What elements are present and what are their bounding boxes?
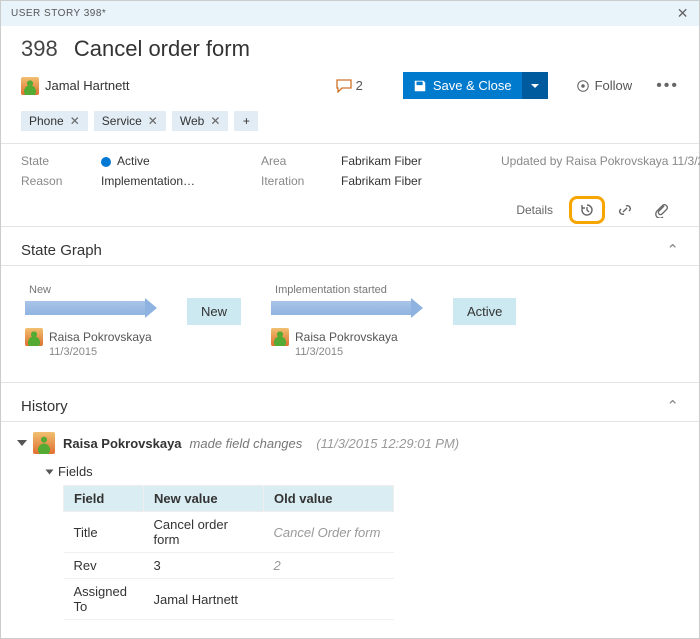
follow-icon [576,79,590,93]
tags-row: Phone✕ Service✕ Web✕ + [1,109,699,143]
tab-attachments[interactable] [643,196,679,224]
state-label: State [21,154,91,168]
transition-date: 11/3/2015 [49,346,97,358]
avatar-icon [271,328,289,346]
tag-phone[interactable]: Phone✕ [21,111,88,131]
col-old: Old value [264,486,394,512]
remove-tag-icon[interactable]: ✕ [210,114,220,128]
tab-links[interactable] [607,196,643,224]
arrow-icon [25,298,157,318]
avatar-icon [25,328,43,346]
history-user: Raisa Pokrovskaya [63,436,182,451]
chevron-down-icon [530,81,540,91]
history-icon [579,202,595,218]
state-dot-icon [101,157,111,167]
iteration-label: Iteration [261,174,331,188]
history-action: made field changes [190,436,303,451]
collapse-icon[interactable]: ⌃ [666,397,679,415]
collapse-icon[interactable]: ⌃ [666,241,679,259]
close-icon[interactable]: ✕ [677,5,689,22]
col-field: Field [64,486,144,512]
tabs-row: Details [1,194,699,227]
comment-icon [336,79,352,93]
save-button-group: Save & Close [403,72,548,99]
table-row: Rev 3 2 [64,553,394,579]
tab-history[interactable] [569,196,605,224]
updated-by-text: Updated by Raisa Pokrovskaya 11/3/2015 [501,154,700,168]
window-header: USER STORY 398* ✕ [1,1,699,26]
state-graph-body: New Raisa Pokrovskaya 11/3/2015 New Impl… [1,266,699,382]
breadcrumb: USER STORY 398* [11,8,106,19]
arrow-icon [271,298,423,318]
table-row: Assigned To Jamal Hartnett [64,579,394,620]
meta-row: Jamal Hartnett 2 Save & Close Follow ••• [1,68,699,109]
area-label: Area [261,154,331,168]
history-fields-table: Field New value Old value Title Cancel o… [63,485,394,620]
transition-user: Raisa Pokrovskaya [271,328,398,346]
transition-label: Implementation started [275,284,387,296]
col-new: New value [144,486,264,512]
tag-service[interactable]: Service✕ [94,111,166,131]
state-node-active: Active [453,298,516,325]
avatar-icon [33,432,55,454]
transition-date: 11/3/2015 [295,346,343,358]
expand-icon[interactable] [17,440,27,446]
save-dropdown-button[interactable] [522,72,548,99]
iteration-value[interactable]: Fabrikam Fiber [341,174,491,188]
history-timestamp: (11/3/2015 12:29:01 PM) [316,436,459,451]
history-header: History ⌃ [1,382,699,422]
state-value[interactable]: Active [101,154,251,168]
table-header-row: Field New value Old value [64,486,394,512]
attachment-icon [653,202,669,218]
tab-details[interactable]: Details [502,195,567,225]
work-item-id: 398 [21,36,58,61]
history-fields-toggle[interactable]: Fields [47,464,681,479]
transition-label: New [29,284,51,296]
remove-tag-icon[interactable]: ✕ [148,114,158,128]
reason-value[interactable]: Implementation… [101,174,251,188]
page-title: 398 Cancel order form [1,26,699,68]
work-item-title: Cancel order form [74,36,250,61]
fields-grid: State Active Area Fabrikam Fiber Updated… [1,144,699,194]
state-graph-step-1: New Raisa Pokrovskaya 11/3/2015 [25,284,157,358]
comments-count[interactable]: 2 [336,78,363,93]
avatar-icon [21,77,39,95]
follow-button[interactable]: Follow [576,78,633,93]
link-icon [617,202,633,218]
reason-label: Reason [21,174,91,188]
save-icon [413,79,427,93]
more-actions-button[interactable]: ••• [656,77,679,95]
state-graph-header: State Graph ⌃ [1,227,699,266]
tag-web[interactable]: Web✕ [172,111,229,131]
table-row: Title Cancel order form Cancel Order for… [64,512,394,553]
transition-user: Raisa Pokrovskaya [25,328,152,346]
state-graph-step-2: Implementation started Raisa Pokrovskaya… [271,284,423,358]
remove-tag-icon[interactable]: ✕ [70,114,80,128]
add-tag-button[interactable]: + [234,111,258,131]
assignee-name: Jamal Hartnett [45,78,130,93]
history-body: Raisa Pokrovskaya made field changes (11… [1,422,699,638]
area-value[interactable]: Fabrikam Fiber [341,154,491,168]
state-node-new: New [187,298,241,325]
save-close-button[interactable]: Save & Close [403,72,522,99]
expand-icon[interactable] [46,469,54,474]
assignee-field[interactable]: Jamal Hartnett [21,77,326,95]
history-entry: Raisa Pokrovskaya made field changes (11… [19,432,681,454]
